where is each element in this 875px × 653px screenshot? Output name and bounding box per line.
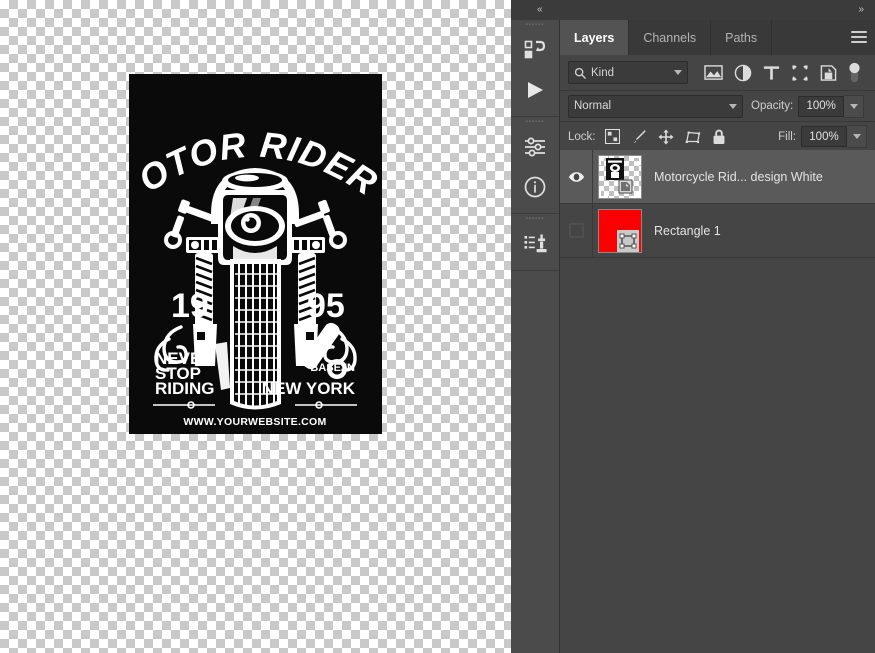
lock-image-brush-icon[interactable] bbox=[631, 129, 647, 145]
rail-drag-handle-2[interactable]: ▪▪▪▪▪▪ bbox=[511, 117, 559, 127]
table-row[interactable]: Rectangle 1 bbox=[560, 204, 875, 258]
svg-text:BASE IN: BASE IN bbox=[310, 362, 355, 374]
layer-filter-row: Kind bbox=[560, 55, 875, 91]
svg-text:19: 19 bbox=[171, 287, 209, 325]
layer-visibility-toggle[interactable] bbox=[560, 204, 593, 257]
document-canvas[interactable]: MOTOR RIDERS bbox=[0, 0, 511, 653]
layer-visibility-toggle[interactable] bbox=[560, 150, 593, 203]
opacity-input[interactable]: 100% bbox=[798, 95, 845, 117]
filter-type-buttons bbox=[688, 62, 867, 84]
double-chevron-right-icon[interactable]: » bbox=[858, 3, 863, 17]
lock-row: Lock: Fill: 100% bbox=[560, 122, 875, 152]
tab-layers[interactable]: Layers bbox=[560, 20, 630, 55]
search-magnifier-icon bbox=[574, 67, 586, 79]
shape-layer-icon[interactable] bbox=[791, 64, 809, 82]
sliders-adjustments-icon[interactable] bbox=[511, 127, 559, 167]
filter-power-toggle-icon[interactable] bbox=[848, 62, 861, 84]
history-actions-icon[interactable] bbox=[511, 30, 559, 70]
artwork-layer-preview[interactable]: MOTOR RIDERS bbox=[129, 74, 382, 434]
chevron-down-icon bbox=[849, 103, 858, 109]
tab-paths[interactable]: Paths bbox=[711, 20, 773, 55]
type-text-layer-icon[interactable] bbox=[763, 64, 780, 82]
svg-text:WWW.YOURWEBSITE.COM: WWW.YOURWEBSITE.COM bbox=[183, 416, 326, 428]
opacity-label: Opacity: bbox=[751, 100, 794, 112]
rail-group-adjustments: ▪▪▪▪▪▪ bbox=[511, 117, 559, 214]
tab-channels[interactable]: Channels bbox=[629, 20, 712, 55]
image-pixel-layer-icon[interactable] bbox=[703, 64, 723, 81]
opacity-stepper-button[interactable] bbox=[844, 94, 865, 118]
right-dock: « » ▪▪▪▪▪▪ ▪▪▪▪▪▪ ▪▪▪▪▪▪ Layers Channels… bbox=[511, 0, 875, 653]
lock-label: Lock: bbox=[568, 130, 596, 143]
dock-top-bar: « » bbox=[511, 0, 875, 21]
filter-kind-select[interactable]: Kind bbox=[568, 61, 688, 84]
photoshop-window: MOTOR RIDERS bbox=[0, 0, 875, 653]
rail-drag-handle[interactable]: ▪▪▪▪▪▪ bbox=[511, 20, 559, 30]
chevron-down-icon bbox=[674, 70, 682, 75]
lock-all-padlock-icon[interactable] bbox=[712, 129, 726, 145]
lock-position-move-icon[interactable] bbox=[658, 129, 674, 145]
layer-thumbnail[interactable] bbox=[598, 208, 642, 253]
fill-input[interactable]: 100% bbox=[801, 126, 847, 147]
blend-mode-label: Normal bbox=[574, 100, 612, 112]
rail-group-actions: ▪▪▪▪▪▪ bbox=[511, 20, 559, 117]
blend-mode-select[interactable]: Normal bbox=[568, 94, 743, 118]
smart-object-layer-icon[interactable] bbox=[820, 64, 837, 82]
panel-tabbar: Layers Channels Paths bbox=[560, 20, 875, 55]
tab-channels-label: Channels bbox=[643, 30, 697, 45]
motor-riders-design-svg: MOTOR RIDERS bbox=[129, 74, 382, 434]
fill-label: Fill: bbox=[778, 130, 796, 143]
layer-list[interactable]: Motorcycle Rid... design White Rectangle… bbox=[560, 150, 875, 653]
rail-group-clone: ▪▪▪▪▪▪ bbox=[511, 214, 559, 271]
clone-source-stamp-icon[interactable] bbox=[511, 224, 559, 264]
layer-name[interactable]: Motorcycle Rid... design White bbox=[654, 170, 823, 184]
collapsed-panel-rail: ▪▪▪▪▪▪ ▪▪▪▪▪▪ ▪▪▪▪▪▪ bbox=[511, 20, 560, 653]
svg-text:95: 95 bbox=[307, 287, 345, 325]
thumbnail-selection-marker bbox=[599, 155, 641, 198]
lock-buttons bbox=[604, 129, 726, 145]
svg-text:RIDING: RIDING bbox=[155, 379, 215, 398]
info-circle-icon[interactable] bbox=[511, 167, 559, 207]
layer-name[interactable]: Rectangle 1 bbox=[654, 224, 721, 238]
double-chevron-left-icon[interactable]: « bbox=[537, 3, 542, 17]
tab-layers-label: Layers bbox=[574, 30, 615, 45]
lock-transparent-pixels-icon[interactable] bbox=[604, 129, 620, 144]
tab-paths-label: Paths bbox=[725, 30, 758, 45]
svg-text:NEW YORK: NEW YORK bbox=[262, 379, 356, 398]
table-row[interactable]: Motorcycle Rid... design White bbox=[560, 150, 875, 204]
layers-panel: Layers Channels Paths Kind Normal Opacit… bbox=[560, 20, 875, 653]
chevron-down-icon bbox=[852, 134, 861, 139]
eye-visible-icon bbox=[568, 171, 584, 182]
filter-kind-label: Kind bbox=[591, 66, 615, 79]
vector-shape-badge-icon bbox=[617, 229, 639, 252]
blend-opacity-row: Normal Opacity: 100% bbox=[560, 91, 875, 122]
hamburger-menu-icon[interactable] bbox=[851, 31, 867, 44]
play-triangle-icon[interactable] bbox=[511, 70, 559, 110]
chevron-down-icon bbox=[729, 103, 737, 109]
adjustment-layer-icon[interactable] bbox=[734, 64, 752, 82]
eye-hidden-icon bbox=[568, 223, 584, 238]
layer-thumbnail[interactable] bbox=[598, 154, 642, 199]
lock-artboard-nesting-icon[interactable] bbox=[685, 129, 701, 145]
fill-stepper-button[interactable] bbox=[847, 125, 867, 148]
rail-drag-handle-3[interactable]: ▪▪▪▪▪▪ bbox=[511, 214, 559, 224]
